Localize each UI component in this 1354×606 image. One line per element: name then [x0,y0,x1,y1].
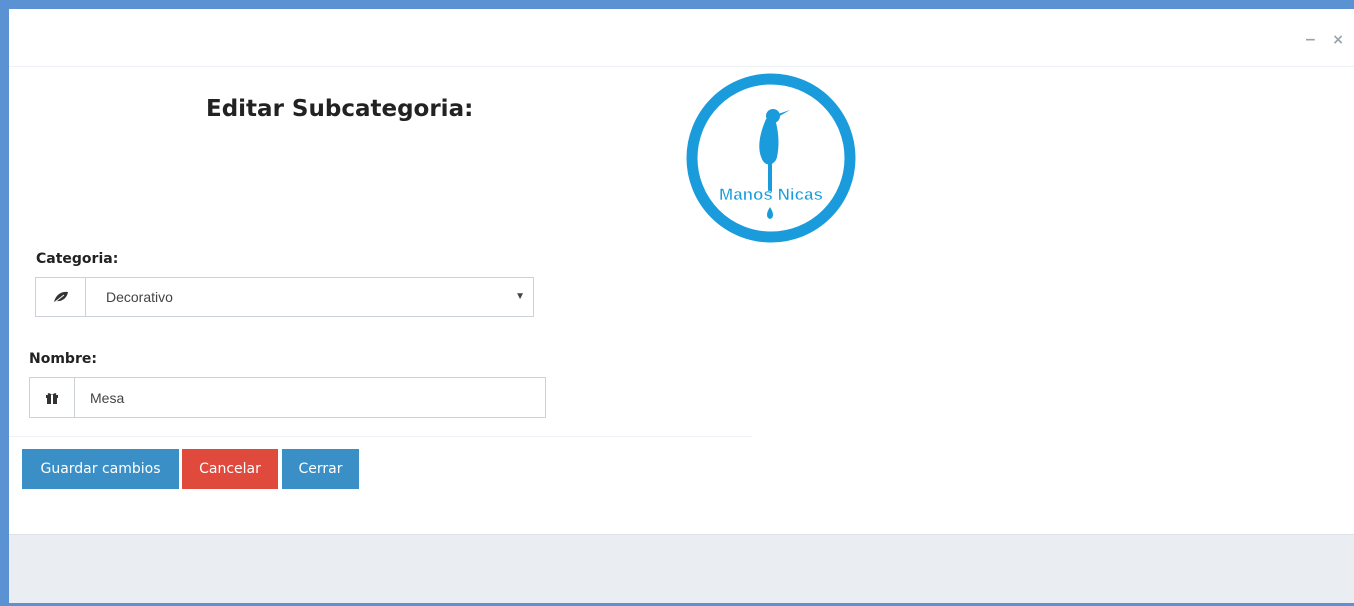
categoria-select-group[interactable]: Decorativo ▼ [35,277,534,317]
logo-text: Manos Nicas [719,185,823,204]
leaf-icon [36,278,86,316]
close-icon[interactable]: × [1332,33,1344,47]
modal-title: Editar Subcategoria: [206,96,474,122]
save-button[interactable]: Guardar cambios [22,449,179,489]
window-controls: − × [1305,33,1344,47]
categoria-label: Categoria: [36,251,119,267]
chevron-down-icon: ▼ [515,291,525,302]
manos-nicas-logo: Manos Nicas [684,73,860,243]
categoria-select[interactable]: Decorativo ▼ [86,278,533,316]
window-frame-left [0,0,9,606]
cancel-button[interactable]: Cancelar [182,449,278,489]
page-footer-area [9,534,1354,603]
gift-icon [30,378,75,417]
window-frame-top [0,0,1354,9]
nombre-label: Nombre: [29,351,97,367]
close-button[interactable]: Cerrar [282,449,359,489]
nombre-input-group[interactable]: Mesa [29,377,546,418]
categoria-selected-value: Decorativo [106,289,173,305]
form-divider [9,436,752,437]
nombre-input[interactable]: Mesa [75,378,545,417]
modal-header: − × [9,9,1354,67]
minimize-button[interactable]: − [1305,33,1317,47]
